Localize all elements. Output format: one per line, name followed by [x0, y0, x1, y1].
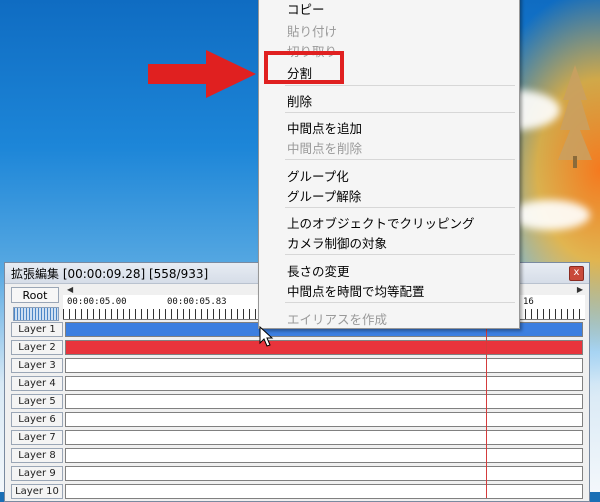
- layer-row: Layer 9: [9, 465, 583, 483]
- menu-item-copy[interactable]: コピー: [287, 0, 325, 18]
- root-button[interactable]: Root: [11, 287, 59, 303]
- timecode-label: 16: [523, 297, 534, 307]
- layer-row: Layer 2: [9, 339, 583, 357]
- layer-row: Layer 6: [9, 411, 583, 429]
- menu-item-camera-target[interactable]: カメラ制御の対象: [287, 233, 387, 252]
- layer-list: Layer 1 Layer 2 Layer 3 Layer 4 Layer 5 …: [9, 321, 583, 501]
- playhead-line[interactable]: [486, 318, 487, 498]
- menu-item-change-length[interactable]: 長さの変更: [287, 261, 350, 280]
- layer-track[interactable]: [65, 466, 583, 481]
- mouse-pointer-icon: [259, 326, 274, 347]
- menu-item-paste[interactable]: 貼り付け: [287, 21, 337, 40]
- context-menu: コピー 貼り付け 切り取り 分割 削除 中間点を追加 中間点を削除 グループ化 …: [258, 0, 520, 329]
- menu-item-delete[interactable]: 削除: [287, 91, 312, 110]
- layer-label[interactable]: Layer 3: [11, 358, 63, 373]
- layer-track[interactable]: [65, 412, 583, 427]
- menu-separator: [285, 254, 515, 255]
- layer-row: Layer 4: [9, 375, 583, 393]
- tree-icon: [558, 65, 592, 168]
- close-button[interactable]: x: [569, 266, 584, 281]
- menu-item-clipping[interactable]: 上のオブジェクトでクリッピング: [287, 213, 475, 232]
- menu-item-remove-midpoint[interactable]: 中間点を削除: [287, 138, 362, 157]
- menu-item-distribute-midpoints[interactable]: 中間点を時間で均等配置: [287, 281, 425, 300]
- menu-item-add-midpoint[interactable]: 中間点を追加: [287, 118, 362, 137]
- highlight-box: [264, 51, 344, 84]
- layer-label[interactable]: Layer 4: [11, 376, 63, 391]
- layer-label[interactable]: Layer 8: [11, 448, 63, 463]
- layer-track[interactable]: [65, 376, 583, 391]
- layer-row: Layer 5: [9, 393, 583, 411]
- menu-separator: [285, 302, 515, 303]
- layer-label[interactable]: Layer 7: [11, 430, 63, 445]
- menu-separator: [285, 159, 515, 160]
- layer-label[interactable]: Layer 9: [11, 466, 63, 481]
- zoom-meter[interactable]: [13, 307, 59, 321]
- menu-item-create-alias[interactable]: エイリアスを作成: [287, 309, 387, 328]
- layer-label[interactable]: Layer 6: [11, 412, 63, 427]
- menu-separator: [285, 112, 515, 113]
- menu-item-ungroup[interactable]: グループ解除: [287, 186, 361, 205]
- scroll-left-icon[interactable]: ◀: [67, 285, 73, 294]
- layer-row: Layer 10: [9, 483, 583, 501]
- layer-track[interactable]: [65, 394, 583, 409]
- scroll-right-icon[interactable]: ▶: [577, 285, 583, 294]
- layer-label[interactable]: Layer 5: [11, 394, 63, 409]
- cloud-decoration: [510, 200, 590, 230]
- layer-track[interactable]: [65, 448, 583, 463]
- layer-row: Layer 7: [9, 429, 583, 447]
- layer-track[interactable]: [65, 430, 583, 445]
- window-title: 拡張編集 [00:00:09.28] [558/933]: [11, 266, 209, 281]
- red-arrow-icon: [148, 50, 256, 98]
- layer-row: Layer 8: [9, 447, 583, 465]
- red-clip[interactable]: [66, 341, 582, 354]
- layer-label[interactable]: Layer 1: [11, 322, 63, 337]
- layer-track[interactable]: [65, 340, 583, 355]
- menu-separator: [285, 207, 515, 208]
- layer-label[interactable]: Layer 2: [11, 340, 63, 355]
- timecode-label: 00:00:05.83: [167, 297, 227, 307]
- menu-item-group[interactable]: グループ化: [287, 166, 349, 185]
- layer-row: Layer 3: [9, 357, 583, 375]
- timecode-label: 00:00:05.00: [67, 297, 127, 307]
- layer-track[interactable]: [65, 358, 583, 373]
- menu-separator: [285, 85, 515, 86]
